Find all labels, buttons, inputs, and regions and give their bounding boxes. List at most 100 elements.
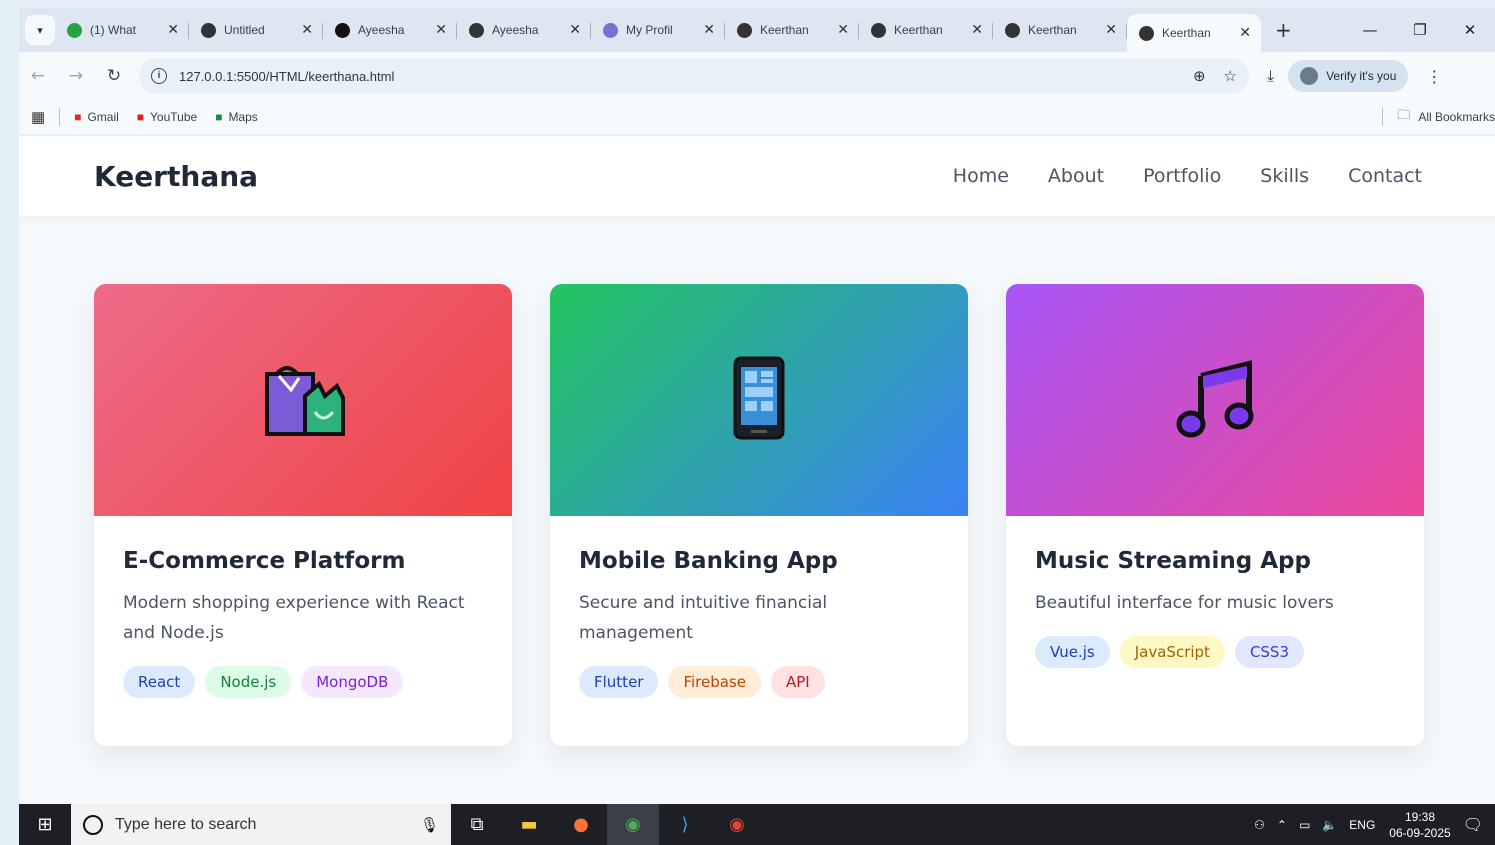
browser-tab[interactable]: Ayeesha ✕ [323,13,457,47]
browser-tab[interactable]: (1) What ✕ [55,13,189,47]
verify-profile-button[interactable]: Verify it's you [1288,60,1409,92]
close-tab-icon[interactable]: ✕ [703,22,715,38]
close-tab-icon[interactable]: ✕ [837,22,849,38]
site-info-icon[interactable]: i [151,68,167,84]
close-tab-icon[interactable]: ✕ [1239,25,1251,41]
project-card[interactable]: Music Streaming App Beautiful interface f… [1006,284,1424,746]
bookmark-label: Maps [228,110,258,124]
tab-title: My Profil [626,23,673,37]
bookmark-youtube[interactable]: ■ YouTube [137,110,197,124]
close-tab-icon[interactable]: ✕ [167,22,179,38]
apps-grid-icon[interactable]: ▦ [31,108,45,126]
whatsapp-icon [67,22,82,38]
tab-title: Keerthan [1162,26,1211,40]
project-description: Secure and intuitive financial managemen… [579,593,828,643]
project-title: E-Commerce Platform [123,548,406,574]
all-bookmarks[interactable]: 🗀 All Bookmarks [1368,106,1495,128]
chrome-profile-icon[interactable]: ◉ [711,804,763,845]
tab-search-button[interactable]: ▾ [25,15,55,45]
forward-button[interactable]: → [57,66,95,86]
battery-icon[interactable]: ▭ [1299,818,1310,832]
github-icon [335,22,350,38]
close-tab-icon[interactable]: ✕ [971,22,983,38]
tab-title: (1) What [90,23,137,37]
all-bookmarks-label: All Bookmarks [1418,110,1495,124]
globe-icon [201,22,216,38]
globe-icon [871,22,886,38]
browser-tab[interactable]: Ayeesha ✕ [457,13,591,47]
browser-tab[interactable]: Keerthan ✕ [725,13,859,47]
bookmark-label: Gmail [87,110,119,124]
taskbar-search[interactable]: Type here to search 🎙 [71,804,451,845]
close-tab-icon[interactable]: ✕ [1105,22,1117,38]
url-text[interactable]: 127.0.0.1:5500/HTML/keerthana.html [179,69,1175,84]
search-placeholder: Type here to search [115,815,257,833]
tech-tag: MongoDB [301,666,404,698]
vscode-icon[interactable]: ⟩ [659,804,711,845]
system-tray: ⚇ ⌃ ▭ 🔈 ENG 19:38 06-09-2025 🗨 [1242,809,1495,841]
tech-tag: Vue.js [1035,636,1110,668]
tab-title: Ayeesha [358,23,405,37]
microphone-icon[interactable]: 🎙 [420,816,439,834]
people-icon[interactable]: ⚇ [1254,818,1265,832]
bookmark-gmail[interactable]: ■ Gmail [74,110,119,124]
browser-tab[interactable]: Keerthan ✕ [1127,14,1261,52]
minimize-button[interactable]: — [1345,21,1395,39]
tech-tag: Flutter [579,666,659,698]
nav-link-contact[interactable]: Contact [1348,165,1422,187]
address-bar[interactable]: i 127.0.0.1:5500/HTML/keerthana.html ⊕ ☆ [139,58,1249,94]
tech-tag: Firebase [668,666,761,698]
chrome-icon[interactable]: ◉ [607,804,659,845]
browser-tab[interactable]: Keerthan ✕ [859,13,993,47]
mobile-phone-icon [731,355,787,445]
browser-tab[interactable]: Untitled ✕ [189,13,323,47]
project-card-hero [550,284,968,516]
tech-tags: React Node.js MongoDB [123,666,483,698]
file-explorer-icon[interactable]: ▬ [503,804,555,845]
windows-start-icon[interactable]: ⊞ [19,814,71,835]
window-controls: — ❐ ✕ [1345,8,1495,52]
tech-tags: Flutter Firebase API [579,666,939,698]
menu-kebab-icon[interactable]: ⋮ [1426,67,1442,86]
tab-title: Untitled [224,23,265,37]
cortana-icon [83,814,103,835]
project-card-body: Music Streaming App Beautiful interface f… [1006,516,1424,668]
project-card-body: E-Commerce Platform Modern shopping exper… [94,516,512,698]
restore-button[interactable]: ❐ [1395,21,1445,39]
close-tab-icon[interactable]: ✕ [569,22,581,38]
nav-link-home[interactable]: Home [953,165,1009,187]
project-card[interactable]: Mobile Banking App Secure and intuitive f… [550,284,968,746]
project-title: Music Streaming App [1035,548,1311,574]
close-tab-icon[interactable]: ✕ [435,22,447,38]
back-button[interactable]: ← [19,66,57,86]
bookmark-star-icon[interactable]: ☆ [1224,67,1237,85]
browser-tab[interactable]: Keerthan ✕ [993,13,1127,47]
page-viewport: Keerthana Home About Portfolio Skills Contac… [19,136,1495,804]
notifications-icon[interactable]: 🗨 [1463,815,1483,835]
volume-icon[interactable]: 🔈 [1322,818,1337,832]
close-window-button[interactable]: ✕ [1445,21,1495,39]
close-tab-icon[interactable]: ✕ [301,22,313,38]
zoom-icon[interactable]: ⊕ [1193,67,1206,85]
new-tab-button[interactable]: + [1275,18,1292,42]
task-view-icon[interactable]: ⧉ [451,804,503,845]
windows-taskbar: ⊞ Type here to search 🎙 ⧉ ▬ ● ◉ ⟩ ◉ ⚇ ⌃ … [19,804,1495,845]
browser-tab[interactable]: My Profil ✕ [591,13,725,47]
firefox-icon[interactable]: ● [555,804,607,845]
project-card[interactable]: E-Commerce Platform Modern shopping exper… [94,284,512,746]
nav-link-portfolio[interactable]: Portfolio [1143,165,1221,187]
site-nav: Home About Portfolio Skills Contact [914,165,1422,187]
download-icon[interactable]: ⤓ [1267,66,1274,86]
reload-button[interactable]: ↻ [95,66,133,86]
avatar [1300,67,1319,85]
tab-title: Ayeesha [492,23,539,37]
site-logo[interactable]: Keerthana [94,160,258,193]
nav-link-about[interactable]: About [1048,165,1104,187]
clock[interactable]: 19:38 06-09-2025 [1389,809,1450,841]
bookmarks-divider [1382,108,1384,126]
bookmark-maps[interactable]: ■ Maps [215,110,258,124]
nav-link-skills[interactable]: Skills [1260,165,1309,187]
bookmarks-bar: ▦ ■ Gmail ■ YouTube ■ Maps 🗀 All Bookmarks [19,100,1495,134]
tray-chevron-icon[interactable]: ⌃ [1277,818,1287,832]
language-indicator[interactable]: ENG [1349,818,1375,832]
